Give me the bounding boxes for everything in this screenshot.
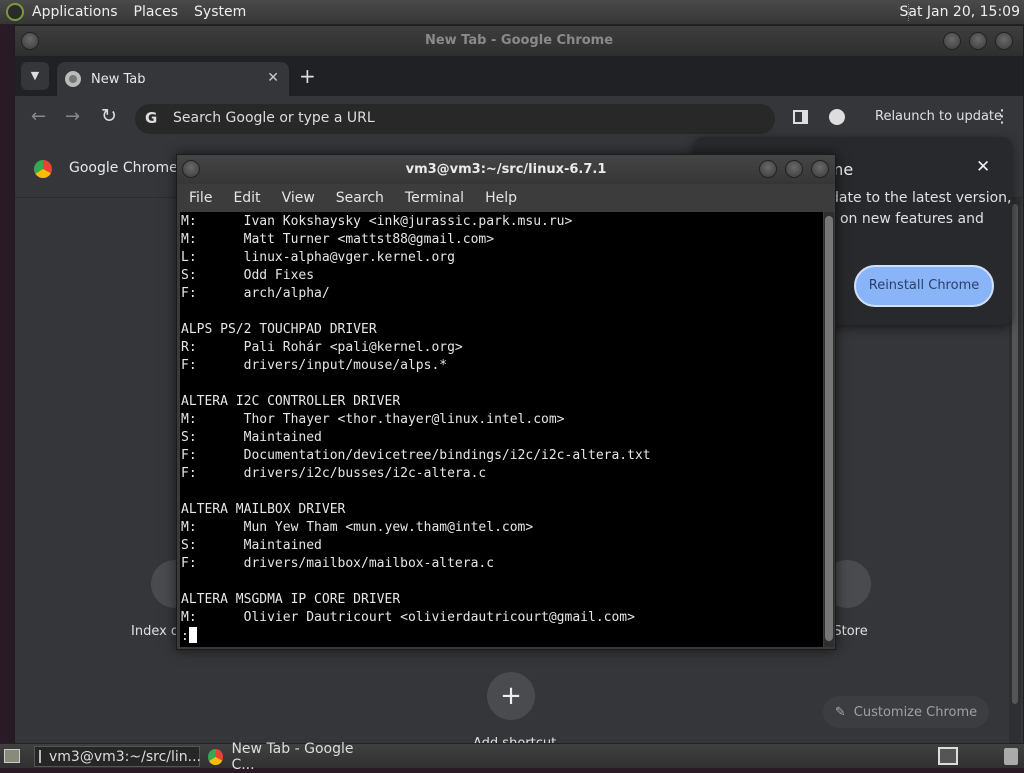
tab-strip: ▼ New Tab ✕ + [15, 56, 1023, 96]
system-menu[interactable]: System [194, 4, 246, 20]
applications-menu[interactable]: Applications [32, 4, 118, 20]
terminal-line: M: Ivan Kokshaysky <ink@jurassic.park.ms… [181, 214, 573, 229]
tab-new-tab[interactable]: New Tab ✕ [57, 62, 289, 96]
omnibox-input[interactable]: Search Google or type a URL [173, 110, 375, 126]
menu-terminal[interactable]: Terminal [405, 190, 464, 206]
minimize-button[interactable] [943, 32, 961, 50]
terminal-line: M: Olivier Dautricourt <olivierdautricou… [181, 610, 635, 625]
places-menu[interactable]: Places [134, 4, 179, 20]
terminal-minimize-button[interactable] [759, 160, 777, 178]
omnibox[interactable]: G Search Google or type a URL [135, 104, 775, 134]
taskbar-item-chrome[interactable]: New Tab - Google C... [204, 741, 376, 773]
customize-label: Customize Chrome [853, 704, 978, 720]
menu-file[interactable]: File [189, 190, 212, 206]
tab-title: New Tab [91, 71, 146, 87]
terminal-menubar: File Edit View Search Terminal Help [177, 184, 835, 212]
terminal-line: R: Pali Rohár <pali@kernel.org> [181, 340, 463, 355]
chrome-app-icon [208, 748, 224, 765]
terminal-line: F: drivers/input/mouse/alps.* [181, 358, 448, 373]
customize-chrome-button[interactable]: ✎ Customize Chrome [823, 696, 989, 728]
distro-logo-icon[interactable] [6, 3, 24, 21]
workspace-switcher[interactable] [938, 747, 958, 765]
kebab-menu-icon[interactable]: ⋮ [993, 106, 1011, 127]
terminal-line: ALTERA I2C CONTROLLER DRIVER [181, 394, 401, 409]
taskbar-item-terminal-label: vm3@vm3:~/src/lin... [49, 748, 201, 765]
terminal-line: F: arch/alpha/ [181, 286, 330, 301]
terminal-line: M: Thor Thayer <thor.thayer@linux.intel.… [181, 412, 565, 427]
taskbar-item-terminal[interactable]: vm3@vm3:~/src/lin... [34, 746, 201, 767]
chrome-window-title: New Tab - Google Chrome [424, 33, 614, 48]
terminal-app-icon [39, 750, 41, 763]
google-g-icon: G [145, 109, 158, 127]
terminal-scrollbar[interactable] [824, 212, 834, 647]
infobar-message: Google Chrome is [69, 160, 194, 176]
terminal-line: L: linux-alpha@vger.kernel.org [181, 250, 455, 265]
tab-search-button[interactable]: ▼ [21, 62, 49, 90]
terminal-window: vm3@vm3:~/src/linux-6.7.1 File Edit View… [176, 154, 836, 650]
terminal-line: S: Maintained [181, 538, 322, 553]
menu-view[interactable]: View [282, 190, 315, 206]
terminal-line: S: Maintained [181, 430, 322, 445]
new-tab-button[interactable]: + [299, 64, 316, 88]
tab-close-icon[interactable]: ✕ [267, 70, 279, 86]
terminal-line: S: Odd Fixes [181, 268, 315, 283]
show-desktop-icon[interactable] [4, 749, 20, 763]
top-panel: Applications Places System Sat Jan 20, 1… [0, 0, 1024, 25]
ntp-scroll-thumb[interactable] [1012, 204, 1018, 704]
window-menu-button[interactable] [21, 32, 39, 50]
pencil-icon: ✎ [834, 704, 846, 720]
terminal-line: F: drivers/i2c/busses/i2c-altera.c [181, 466, 487, 481]
back-icon[interactable]: ← [31, 106, 46, 127]
side-panel-icon[interactable] [793, 110, 808, 124]
terminal-line: F: drivers/mailbox/mailbox-altera.c [181, 556, 495, 571]
bottom-panel: vm3@vm3:~/src/lin... New Tab - Google C.… [0, 741, 1024, 773]
terminal-cursor [188, 627, 197, 643]
terminal-titlebar[interactable]: vm3@vm3:~/src/linux-6.7.1 [177, 155, 835, 184]
terminal-close-button[interactable] [811, 160, 829, 178]
menu-edit[interactable]: Edit [233, 190, 260, 206]
terminal-prompt-line: : [181, 627, 823, 646]
terminal-screen[interactable]: M: Ivan Kokshaysky <ink@jurassic.park.ms… [180, 212, 823, 647]
chrome-favicon-icon [65, 71, 81, 87]
add-shortcut-button[interactable]: + [487, 672, 535, 720]
terminal-line: ALPS PS/2 TOUCHPAD DRIVER [181, 322, 377, 337]
popup-body-line2: t on new features and [830, 211, 984, 227]
trash-icon[interactable] [1004, 748, 1018, 765]
popup-body-line1: date to the latest version, [830, 190, 1012, 206]
terminal-scroll-thumb[interactable] [825, 216, 833, 641]
terminal-maximize-button[interactable] [785, 160, 803, 178]
terminal-line: ALTERA MSGDMA IP CORE DRIVER [181, 592, 401, 607]
terminal-prompt: : [181, 629, 189, 644]
reinstall-chrome-button[interactable]: Reinstall Chrome [854, 265, 994, 307]
chrome-logo-icon [34, 160, 52, 178]
close-button[interactable] [995, 32, 1013, 50]
reload-icon[interactable]: ↻ [101, 105, 117, 127]
forward-icon[interactable]: → [65, 106, 80, 127]
terminal-line: ALTERA MAILBOX DRIVER [181, 502, 346, 517]
popup-close-icon[interactable]: ✕ [976, 157, 990, 177]
menu-search[interactable]: Search [336, 190, 384, 206]
terminal-window-title: vm3@vm3:~/src/linux-6.7.1 [405, 162, 607, 177]
terminal-line: M: Matt Turner <mattst88@gmail.com> [181, 232, 495, 247]
menu-help[interactable]: Help [485, 190, 517, 206]
clock[interactable]: Sat Jan 20, 15:09 [900, 4, 1021, 20]
profile-avatar-icon[interactable] [829, 109, 845, 125]
terminal-window-menu-button[interactable] [182, 160, 200, 178]
chrome-titlebar[interactable]: New Tab - Google Chrome [15, 26, 1023, 56]
maximize-button[interactable] [969, 32, 987, 50]
terminal-line: F: Documentation/devicetree/bindings/i2c… [181, 448, 651, 463]
relaunch-button[interactable]: Relaunch to update [875, 109, 1002, 124]
terminal-line: M: Mun Yew Tham <mun.yew.tham@intel.com> [181, 520, 534, 535]
